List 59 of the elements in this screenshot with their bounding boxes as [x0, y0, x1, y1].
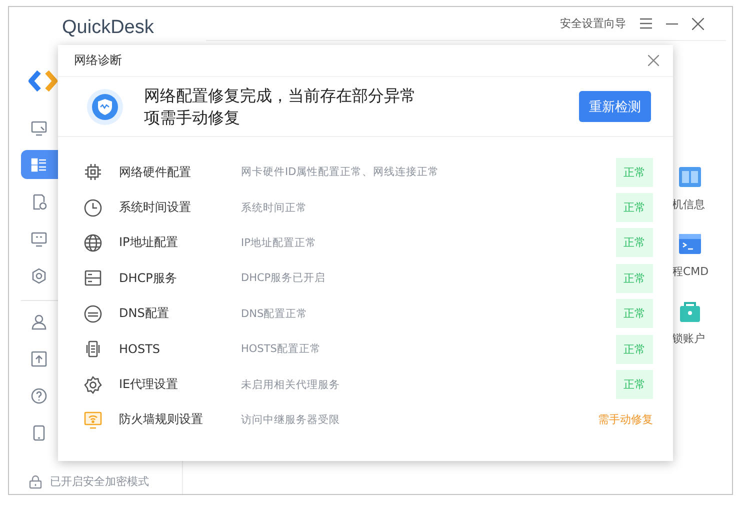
- check-item-detail: IP地址配置正常: [241, 236, 318, 250]
- check-item-name: 防火墙规则设置: [119, 411, 204, 428]
- check-item-name: 网络硬件配置: [119, 164, 192, 181]
- shield-icon: [86, 88, 124, 126]
- chip-icon: [84, 163, 102, 182]
- upload-icon: [31, 350, 47, 366]
- settings-icon: [84, 376, 102, 394]
- monitor-icon: [31, 120, 47, 136]
- document-icon: [84, 340, 102, 358]
- check-item-detail: DHCP服务已开启: [241, 271, 327, 286]
- check-item-detail: 未启用相关代理服务: [241, 378, 341, 392]
- help-icon: [31, 388, 47, 404]
- close-icon[interactable]: [692, 18, 704, 30]
- document-icon: [31, 194, 47, 210]
- status-badge: 正常: [616, 299, 653, 328]
- check-item-detail: 网卡硬件ID属性配置正常、网线连接正常: [241, 165, 440, 180]
- menu-icon[interactable]: [640, 18, 652, 29]
- status-badge: 正常: [616, 158, 653, 187]
- check-item-detail: DNS配置正常: [241, 306, 309, 321]
- server-icon: [84, 269, 102, 288]
- hexagon-icon: [31, 268, 47, 284]
- check-item-name: HOSTS: [119, 342, 162, 356]
- repair-result-message: 网络配置修复完成，当前存在部分异常项需手动修复: [144, 84, 417, 128]
- status-badge: 正常: [616, 264, 653, 293]
- status-badge: 正常: [616, 193, 653, 222]
- list-icon: [31, 156, 47, 172]
- status-badge: 正常: [616, 334, 653, 364]
- tool-label: 程CMD: [672, 264, 709, 279]
- lock-icon[interactable]: [678, 299, 702, 323]
- check-item-name: IP地址配置: [119, 234, 179, 252]
- screen-icon: [31, 230, 47, 246]
- user-icon: [31, 314, 47, 330]
- terminal-icon[interactable]: [678, 232, 702, 256]
- clock-icon: [84, 198, 102, 217]
- check-item-name: DHCP服务: [119, 270, 178, 287]
- status-badge: 正常: [616, 370, 653, 400]
- status-badge: 正常: [616, 228, 653, 258]
- check-item-detail: HOSTS配置正常: [241, 342, 322, 356]
- tool-label: 锁账户: [672, 331, 705, 346]
- check-item-detail: 系统时间正常: [241, 200, 308, 215]
- wifi-icon: [84, 410, 102, 429]
- check-item-name: DNS配置: [119, 305, 170, 322]
- tool-label: 机信息: [672, 197, 705, 212]
- check-item-name: 系统时间设置: [119, 199, 192, 216]
- sidebar-item[interactable]: [21, 150, 59, 179]
- recheck-button[interactable]: 重新检测: [579, 91, 651, 122]
- phone-icon: [31, 424, 47, 440]
- globe-icon: [84, 234, 102, 252]
- dialog-title: 网络诊断: [74, 52, 122, 69]
- minimize-icon[interactable]: [666, 22, 678, 24]
- window-icon[interactable]: [678, 165, 702, 189]
- close-icon[interactable]: [648, 55, 659, 66]
- check-item-name: IE代理设置: [119, 376, 180, 394]
- check-item-detail: 访问中继服务器受限: [241, 412, 341, 427]
- status-text: 需手动修复: [598, 412, 653, 428]
- security-wizard-link[interactable]: 安全设置向导: [560, 16, 626, 31]
- lock-icon: [29, 474, 42, 488]
- encryption-mode-status: 已开启安全加密模式: [50, 474, 149, 489]
- logo-icon: [28, 69, 58, 93]
